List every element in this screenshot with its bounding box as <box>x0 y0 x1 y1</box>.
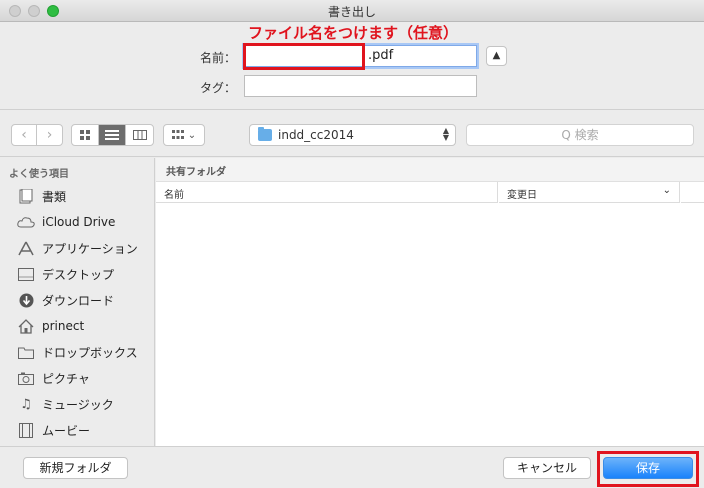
chevron-up-icon: ▲ <box>492 50 501 61</box>
sidebar-item-downloads[interactable]: ダウンロード <box>16 289 154 311</box>
search-input[interactable]: Q 検索 <box>466 124 694 146</box>
list-icon <box>105 130 120 140</box>
sidebar-item-label: アプリケーション <box>42 241 138 256</box>
sidebar-item-label: ダウンロード <box>42 293 115 308</box>
sidebar-item-label: 書類 <box>42 189 67 204</box>
browser-toolbar: ‹ › ⌄ indd_cc2014 ▲ ▼ Q 検索 <box>0 111 704 157</box>
music-icon: ♫ <box>20 396 32 412</box>
list-view-button[interactable] <box>99 125 127 145</box>
folder-icon <box>258 127 272 141</box>
sidebar-item-label: ドロップボックス <box>42 345 138 360</box>
folder-icon <box>16 344 36 360</box>
sidebar-item-movies[interactable]: ムービー <box>16 419 154 441</box>
cloud-icon <box>16 214 36 230</box>
sidebar-item-label: デスクトップ <box>42 267 115 282</box>
save-form: ファイル名をつけます（任意） 名前： .pdf ▲ タグ： <box>0 22 704 110</box>
sidebar-item-documents[interactable]: 書類 <box>16 185 154 207</box>
section-header: 共有フォルダ <box>156 158 704 182</box>
sidebar-item-label: ムービー <box>42 423 91 438</box>
download-icon <box>16 292 36 308</box>
camera-icon <box>16 370 36 386</box>
window-title: 書き出し <box>327 5 376 19</box>
arrange-button[interactable]: ⌄ <box>163 124 205 146</box>
column-header-date[interactable]: 変更日 ⌄ <box>499 182 680 203</box>
sidebar-item-label: ミュージック <box>42 397 114 412</box>
sidebar-item-pictures[interactable]: ピクチャ <box>16 367 154 389</box>
tag-label: タグ： <box>199 81 236 95</box>
sidebar-item-prinect[interactable]: prinect <box>16 315 154 337</box>
desktop-icon <box>16 266 36 282</box>
name-label: 名前： <box>199 51 236 65</box>
column-view-button[interactable] <box>126 125 153 145</box>
back-button[interactable]: ‹ <box>12 125 38 145</box>
sidebar-item-label: ピクチャ <box>42 371 90 386</box>
filename-annotation: ファイル名をつけます（任意） <box>248 24 459 42</box>
filename-extension: .pdf <box>368 48 394 63</box>
arrange-grid-icon <box>171 130 184 139</box>
cancel-button[interactable]: キャンセル <box>503 457 591 479</box>
navigation-buttons: ‹ › <box>11 124 63 146</box>
new-folder-button[interactable]: 新規フォルダ <box>23 457 128 479</box>
documents-icon <box>16 188 36 204</box>
applications-icon <box>16 240 36 256</box>
updown-arrows-icon: ▲ ▼ <box>442 126 449 142</box>
sidebar-item-applications[interactable]: アプリケーション <box>16 237 154 259</box>
sidebar-item-label: prinect <box>42 319 85 333</box>
icon-grid-icon <box>80 130 90 140</box>
location-label: indd_cc2014 <box>278 128 354 142</box>
forward-button[interactable]: › <box>37 125 62 145</box>
sidebar-item-label: iCloud Drive <box>42 215 116 229</box>
sidebar-heading: よく使う項目 <box>9 169 69 180</box>
chevron-left-icon: ‹ <box>21 127 27 143</box>
column-header-date-label: 変更日 <box>507 190 537 201</box>
tag-input[interactable] <box>244 75 477 97</box>
home-icon <box>16 318 36 334</box>
filename-highlight-box <box>243 43 365 70</box>
column-header-name[interactable]: 名前 <box>156 182 498 203</box>
save-highlight-box <box>597 451 699 487</box>
chevron-right-icon: › <box>46 127 53 143</box>
sidebar-item-dropbox[interactable]: ドロップボックス <box>16 341 154 363</box>
sidebar: よく使う項目 書類 iCloud Drive アプリケーション デスクトップ ダ… <box>0 158 155 446</box>
chevron-down-icon: ⌄ <box>187 129 197 141</box>
columns-icon <box>132 130 147 140</box>
title-bar: 書き出し <box>0 0 704 22</box>
file-list[interactable]: 共有フォルダ 名前 変更日 ⌄ <box>156 158 704 446</box>
sort-chevron-icon: ⌄ <box>662 185 671 196</box>
column-header-extra <box>681 182 704 203</box>
sidebar-item-desktop[interactable]: デスクトップ <box>16 263 154 285</box>
sidebar-item-icloud-drive[interactable]: iCloud Drive <box>16 211 154 233</box>
film-icon <box>16 422 36 438</box>
expand-dialog-button[interactable]: ▲ <box>486 46 507 66</box>
view-mode-buttons <box>71 124 154 146</box>
icon-view-button[interactable] <box>72 125 100 145</box>
sidebar-item-music[interactable]: ♫ ミュージック <box>16 393 154 415</box>
location-popup[interactable]: indd_cc2014 ▲ ▼ <box>249 124 456 146</box>
bottom-bar: 新規フォルダ キャンセル 保存 <box>0 446 704 488</box>
